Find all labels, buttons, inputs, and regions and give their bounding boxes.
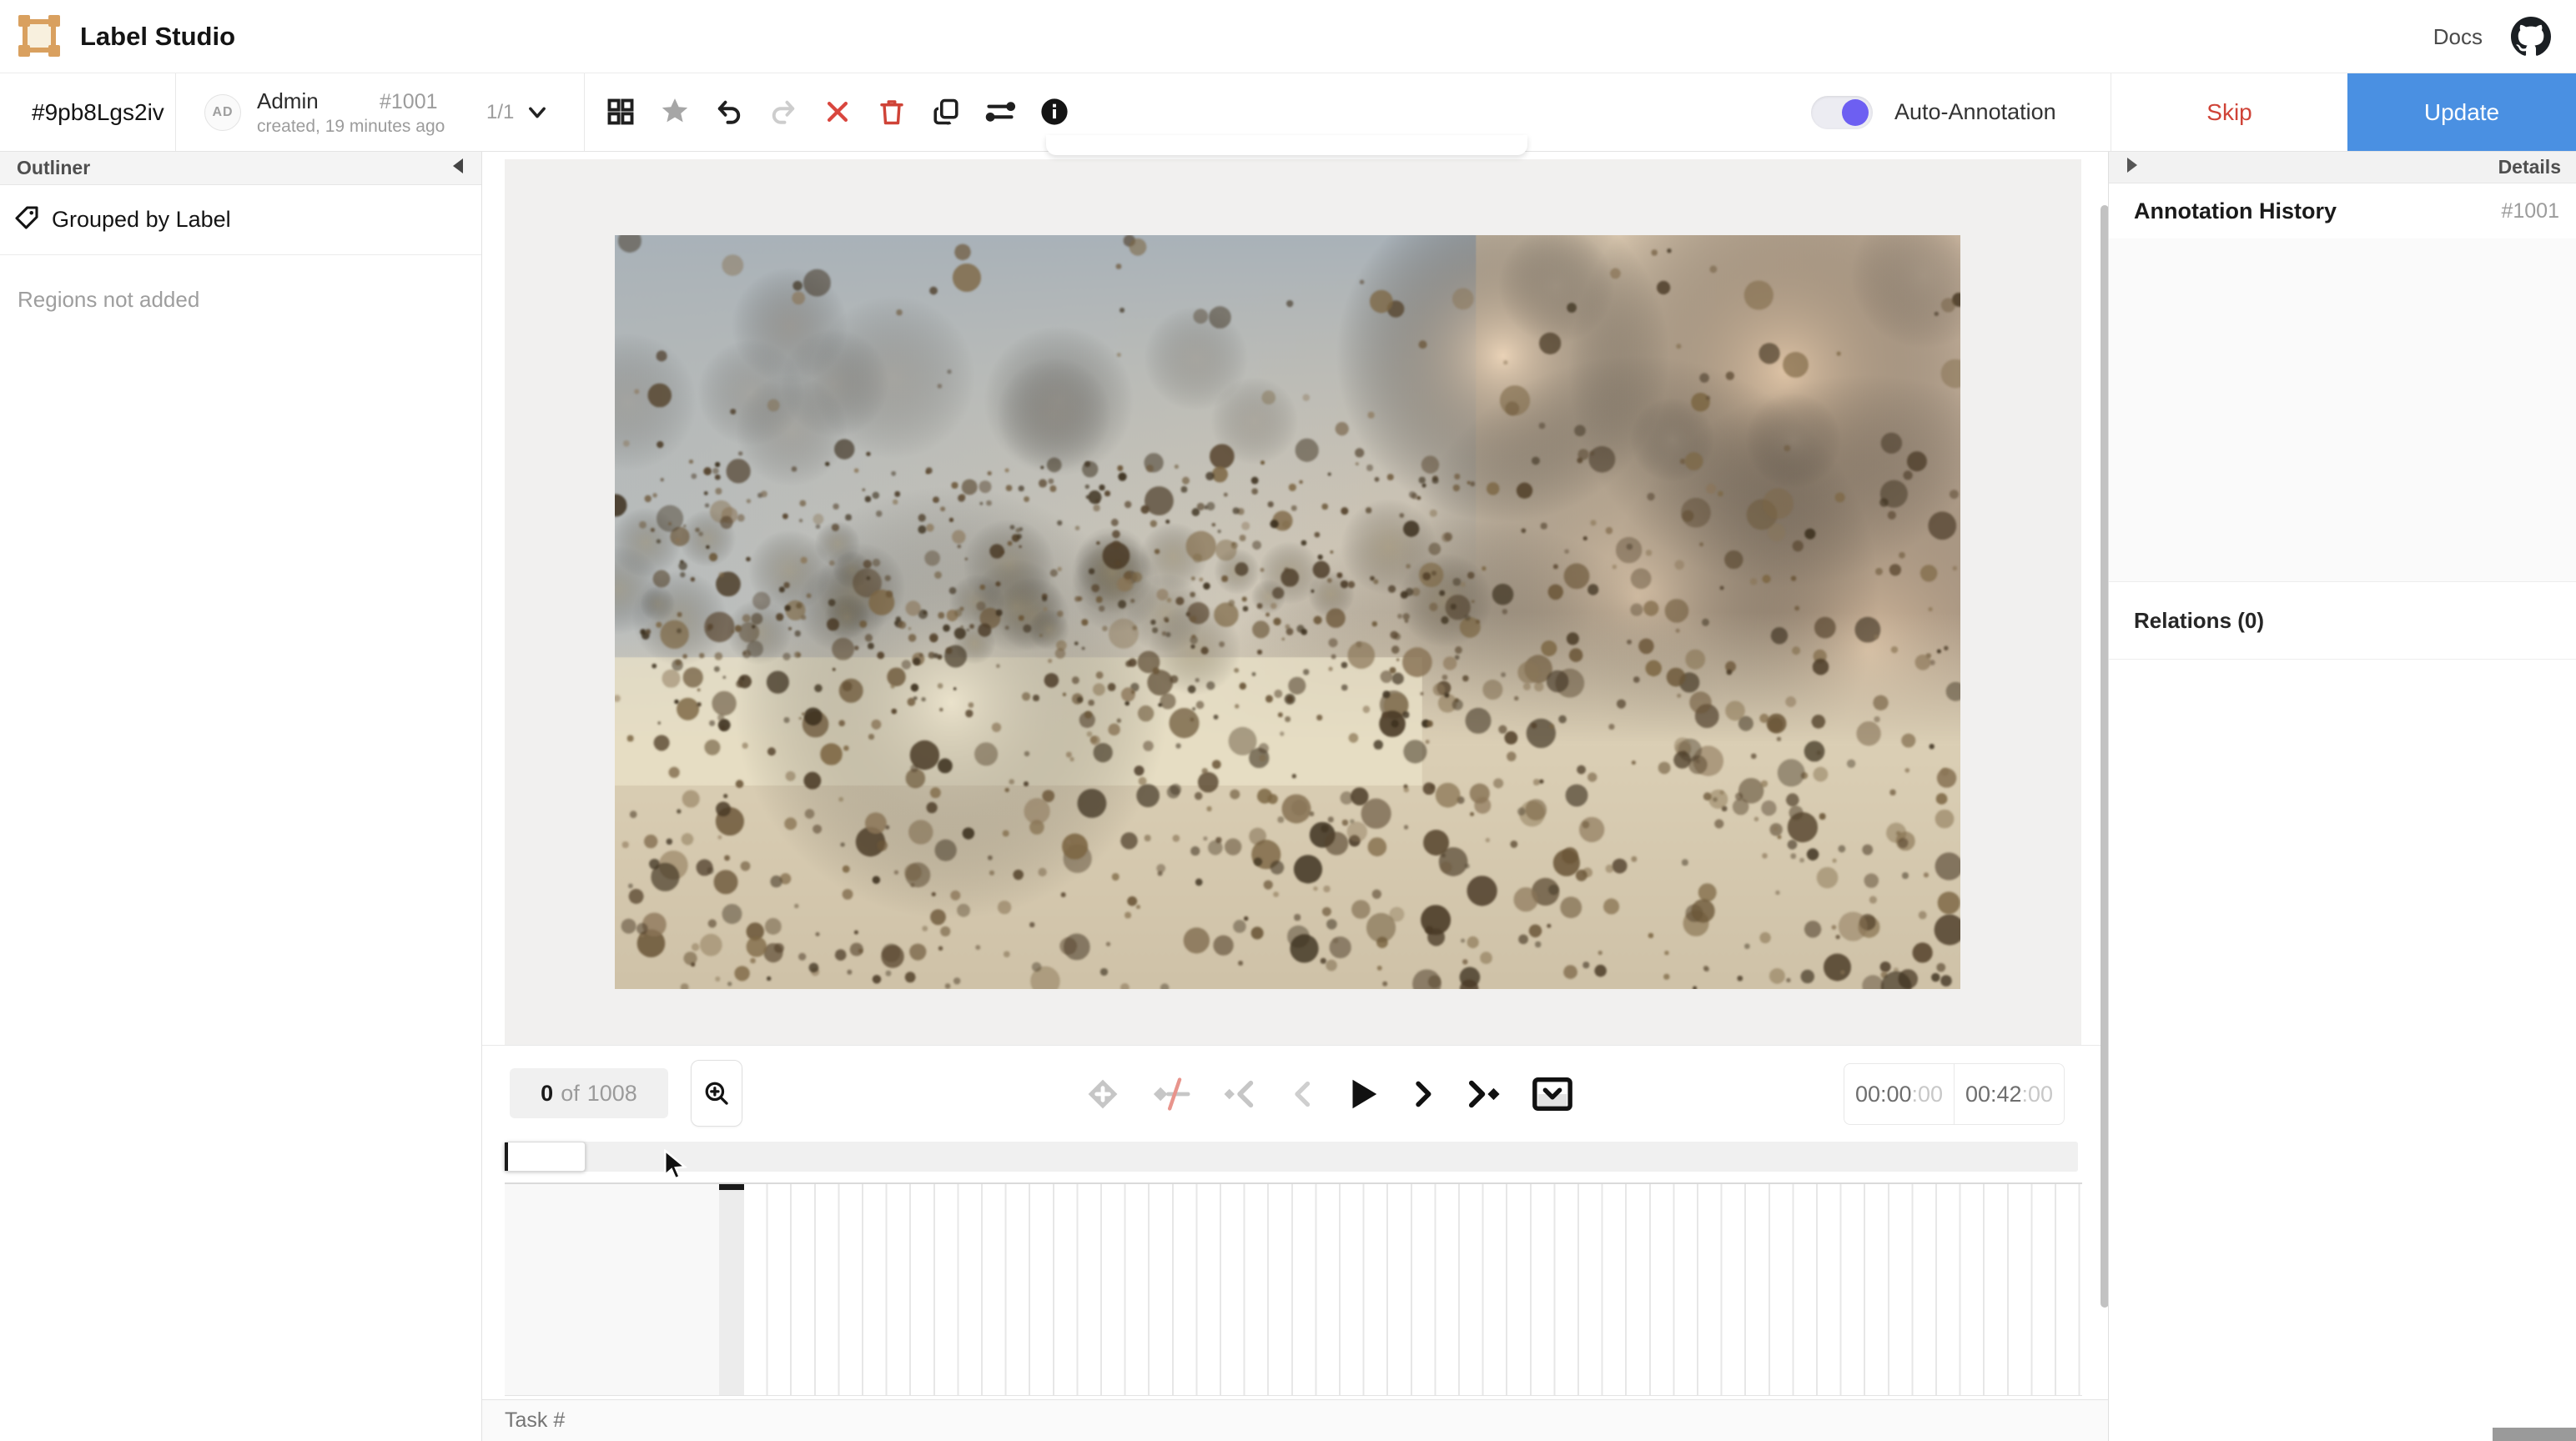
app-title: Label Studio (80, 0, 235, 73)
grouped-by-label-selector[interactable]: Grouped by Label (0, 185, 481, 255)
next-keypoint-icon[interactable] (1465, 1076, 1503, 1112)
grid-view-icon[interactable] (602, 93, 639, 130)
mouse-cursor (661, 1149, 691, 1187)
github-icon[interactable] (2511, 17, 2551, 57)
task-number-label: Task # (505, 1408, 565, 1433)
redo-icon[interactable] (765, 93, 802, 130)
horizontal-scrollbar[interactable] (2493, 1428, 2576, 1441)
seek-handle[interactable] (504, 1142, 586, 1172)
timeline (505, 1182, 2082, 1396)
total-time: 00:42:00 (1955, 1064, 2064, 1124)
zoom-in-icon[interactable] (691, 1060, 742, 1127)
add-keypoint-icon[interactable] (1084, 1076, 1121, 1112)
label-studio-app: Label Studio Docs #9pb8Lgs2iv AD Admin c… (0, 0, 2576, 1441)
details-header: Details (2109, 152, 2576, 183)
interpolation-menu-icon[interactable] (1532, 1076, 1573, 1112)
frame-current: 0 (541, 1081, 553, 1107)
update-button[interactable]: Update (2347, 73, 2576, 151)
details-title: Details (2498, 156, 2561, 178)
undo-icon[interactable] (711, 93, 747, 130)
video-canvas-area (505, 159, 2081, 1045)
floating-toolbar-edge (1046, 135, 1527, 155)
grouping-label: Grouped by Label (52, 207, 231, 233)
interpolation-disabled-icon[interactable] (1150, 1076, 1193, 1112)
annotator-name: Admin (257, 88, 319, 114)
delete-icon[interactable] (873, 93, 910, 130)
annotation-pager: 1/1 (486, 73, 514, 151)
time-display: 00:00:00 00:42:00 (1844, 1063, 2065, 1125)
video-frame[interactable] (615, 235, 1960, 989)
tag-icon (13, 204, 40, 235)
user-avatar[interactable]: AD (204, 94, 241, 131)
prev-frame-icon[interactable] (1288, 1077, 1315, 1111)
chevron-down-icon[interactable] (526, 101, 549, 124)
annotation-history-title: Annotation History (2134, 198, 2337, 224)
timeline-playhead[interactable] (719, 1184, 744, 1395)
timeline-label-column (505, 1184, 719, 1395)
current-time: 00:00:00 (1844, 1064, 1955, 1124)
details-panel: Details Annotation History #1001 Relatio… (2108, 152, 2576, 1441)
annotation-history-list (2109, 238, 2576, 582)
expand-right-icon[interactable] (2126, 158, 2139, 177)
auto-annotation-group: Auto-Annotation (1811, 73, 2056, 151)
docs-link[interactable]: Docs (2433, 0, 2483, 73)
playback-controls (1084, 1062, 1573, 1126)
seek-position-marker (505, 1142, 508, 1171)
timeline-footer: Task # (482, 1399, 2108, 1441)
annotation-history-id: #1001 (2501, 199, 2559, 223)
relations-title: Relations (0) (2134, 608, 2264, 634)
relations-section: Relations (0) (2109, 582, 2576, 660)
label-studio-logo-icon (18, 15, 60, 57)
reject-icon[interactable] (819, 93, 856, 130)
outliner-panel: Outliner Grouped by Label Regions not ad… (0, 152, 482, 1441)
playhead-marker (719, 1184, 744, 1190)
frame-separator: of (561, 1081, 580, 1107)
annotation-history-header: Annotation History #1001 (2109, 183, 2576, 238)
duplicate-icon[interactable] (928, 93, 964, 130)
annotation-created: created, 19 minutes ago (257, 117, 445, 137)
outliner-title: Outliner (17, 157, 90, 179)
play-icon[interactable] (1343, 1075, 1381, 1113)
annotation-id: #1001 (380, 90, 438, 114)
annotation-workspace: 0 of 1008 (482, 152, 2108, 1441)
info-icon[interactable] (1036, 93, 1073, 130)
star-icon[interactable] (657, 93, 693, 130)
settings-icon[interactable] (982, 93, 1019, 130)
timeline-frame-grid[interactable] (744, 1184, 2082, 1395)
frame-total: 1008 (587, 1081, 637, 1107)
regions-empty-message: Regions not added (18, 287, 481, 313)
frame-counter[interactable]: 0 of 1008 (510, 1068, 668, 1118)
toolbar-actions (602, 93, 1073, 130)
skip-button[interactable]: Skip (2111, 73, 2347, 151)
next-frame-icon[interactable] (1410, 1077, 1436, 1111)
top-header: Label Studio Docs (0, 0, 2576, 73)
collapse-left-icon[interactable] (451, 158, 465, 178)
prev-keypoint-icon[interactable] (1221, 1076, 1260, 1112)
outliner-header: Outliner (0, 152, 481, 185)
auto-annotation-label: Auto-Annotation (1894, 99, 2056, 125)
seek-bar[interactable] (505, 1142, 2078, 1172)
task-id: #9pb8Lgs2iv (32, 73, 164, 151)
video-controls: 0 of 1008 (482, 1045, 2108, 1142)
auto-annotation-toggle[interactable] (1811, 96, 1873, 129)
